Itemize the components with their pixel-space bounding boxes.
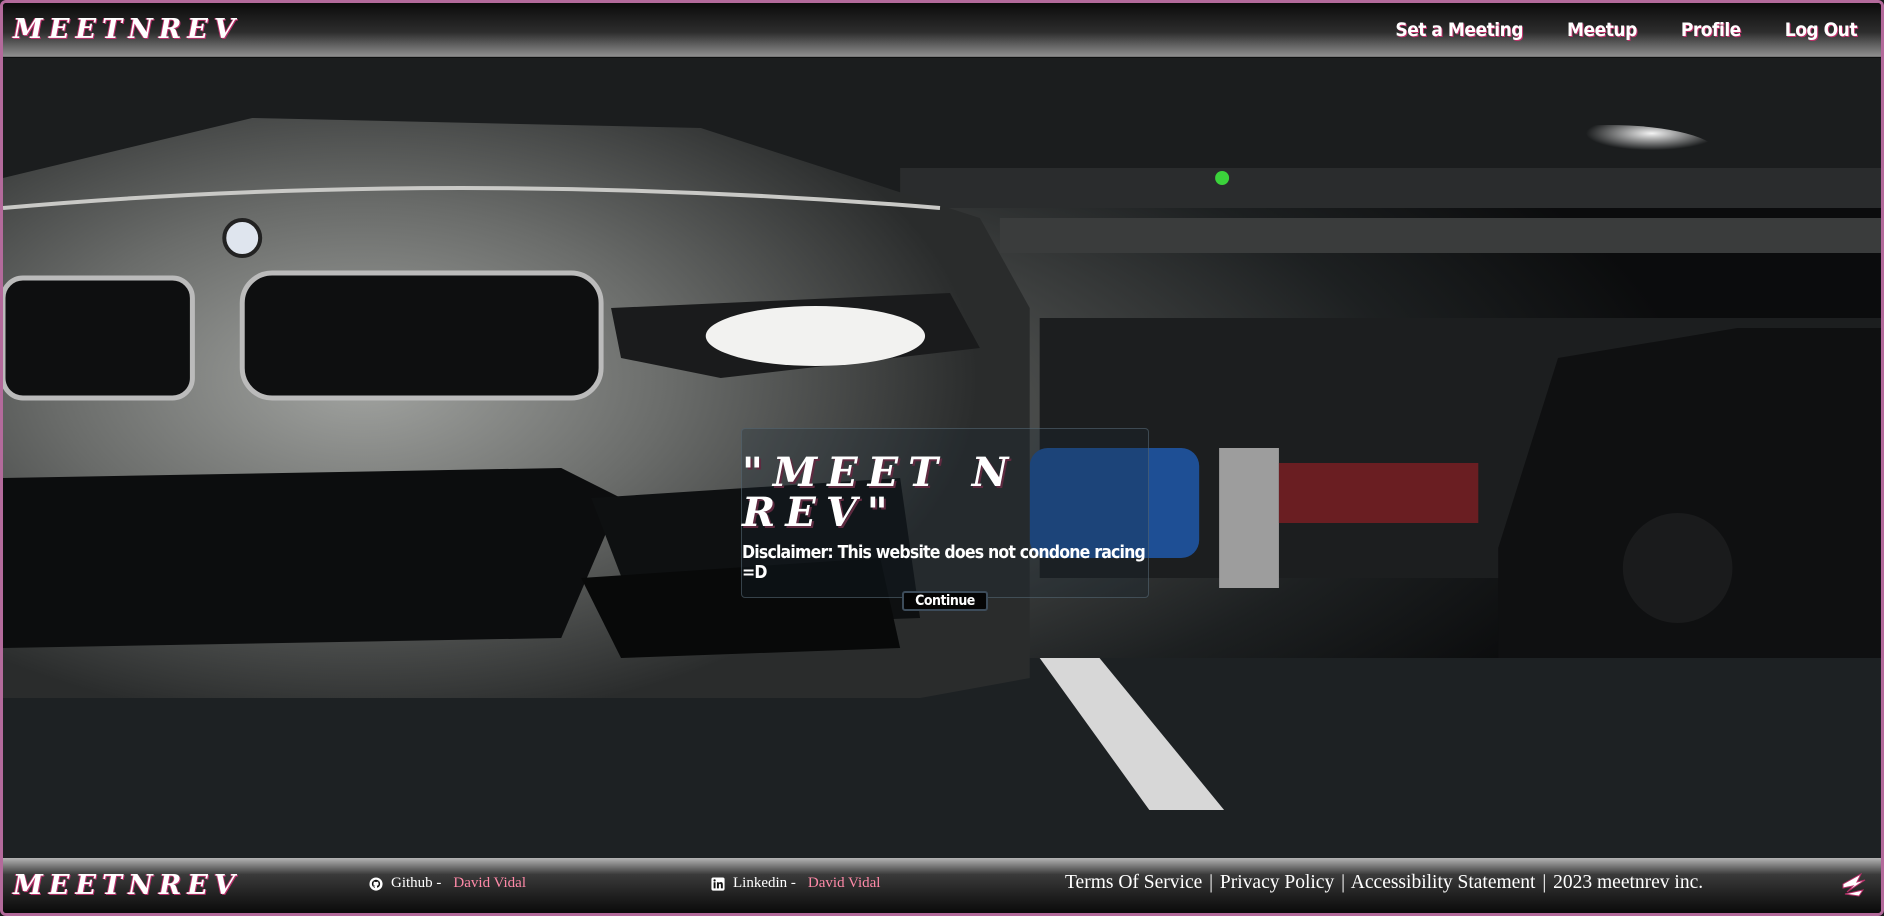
github-name-link[interactable]: David Vidal (453, 875, 526, 892)
app-window: MEETNREV Set a Meeting Meetup Profile Lo… (0, 0, 1884, 916)
brand-logo[interactable]: MEETNREV (13, 14, 241, 45)
nav-log-out[interactable]: Log Out (1785, 19, 1858, 41)
legal-separator: | (1542, 872, 1547, 893)
github-link[interactable]: Github - David Vidal (369, 875, 526, 892)
accessibility-statement-link[interactable]: Accessibility Statement (1351, 872, 1536, 893)
hero-background: "MEET N REV" Disclaimer: This website do… (3, 58, 1881, 861)
github-icon (369, 876, 383, 891)
legal-separator: | (1341, 872, 1345, 893)
nav-meetup[interactable]: Meetup (1567, 19, 1637, 41)
nav-profile[interactable]: Profile (1681, 19, 1741, 41)
terms-of-service-link[interactable]: Terms Of Service (1065, 872, 1202, 893)
linkedin-icon (711, 876, 725, 891)
disclaimer-text: Disclaimer: This website does not condon… (742, 543, 1146, 583)
legal-links: Terms Of Service | Privacy Policy | Acce… (1065, 872, 1703, 894)
top-navbar: MEETNREV Set a Meeting Meetup Profile Lo… (3, 3, 1881, 57)
linkedin-label: Linkedin - (733, 875, 796, 891)
copyright-text: 2023 meetnrev inc. (1553, 872, 1704, 893)
brand-mark-icon[interactable] (1839, 870, 1867, 900)
modal-title: "MEET N REV" (742, 449, 1019, 536)
linkedin-name-link[interactable]: David Vidal (808, 875, 881, 892)
legal-separator: | (1209, 872, 1214, 893)
privacy-policy-link[interactable]: Privacy Policy (1220, 872, 1334, 893)
main-nav: Set a Meeting Meetup Profile Log Out (1395, 19, 1857, 41)
footer-brand-logo[interactable]: MEETNREV (13, 870, 241, 901)
disclaimer-modal: "MEET N REV" Disclaimer: This website do… (741, 428, 1149, 611)
footer: MEETNREV Github - David Vidal Linkedin -… (3, 858, 1881, 913)
nav-set-a-meeting[interactable]: Set a Meeting (1395, 19, 1523, 41)
linkedin-link[interactable]: Linkedin - David Vidal (711, 875, 880, 892)
continue-button[interactable]: Continue (902, 591, 988, 611)
github-label: Github - (391, 875, 442, 891)
